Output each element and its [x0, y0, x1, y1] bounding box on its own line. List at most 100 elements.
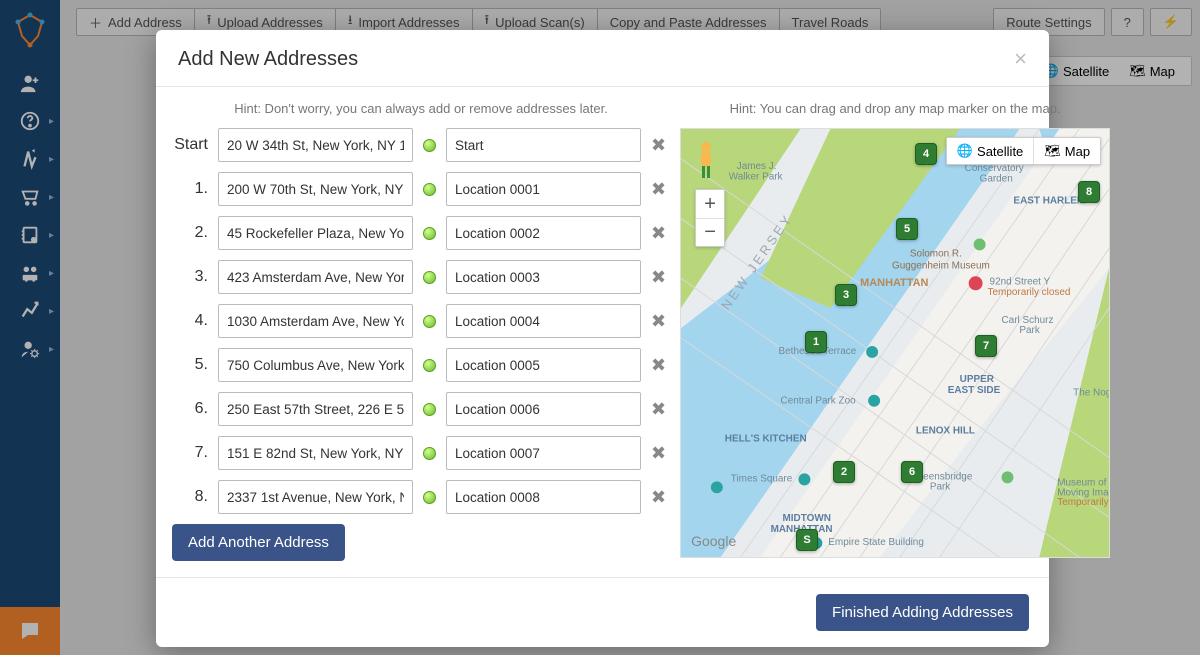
svg-text:92nd Street Y: 92nd Street Y: [990, 276, 1051, 287]
delete-row-icon[interactable]: ✖: [647, 135, 670, 156]
address-input[interactable]: [218, 392, 413, 426]
globe-icon: 🌐: [957, 143, 973, 159]
address-input[interactable]: [218, 304, 413, 338]
address-row: 3. ✖: [172, 260, 670, 294]
map-type-switch: 🌐Satellite 🗺Map: [946, 137, 1101, 165]
map-container[interactable]: James J.Walker Park ConservatoryGarden E…: [680, 128, 1110, 558]
map-column: Hint: You can drag and drop any map mark…: [680, 97, 1110, 561]
address-row: 7. ✖: [172, 436, 670, 470]
row-number: 3.: [172, 268, 212, 286]
svg-text:Walker Park: Walker Park: [729, 172, 783, 183]
address-input[interactable]: [218, 172, 413, 206]
svg-text:EAST SIDE: EAST SIDE: [948, 385, 1001, 396]
row-number: 7.: [172, 444, 212, 462]
google-logo: Google: [691, 533, 736, 549]
zoom-in-button[interactable]: +: [696, 190, 724, 218]
svg-text:Empire State Building: Empire State Building: [828, 537, 924, 548]
delete-row-icon[interactable]: ✖: [647, 311, 670, 332]
map-marker[interactable]: 2: [833, 461, 855, 483]
location-input[interactable]: [446, 436, 641, 470]
svg-text:Solomon R.: Solomon R.: [910, 248, 962, 259]
address-row: 8. ✖: [172, 480, 670, 514]
map-marker[interactable]: 5: [896, 218, 918, 240]
status-dot-icon: [423, 359, 436, 372]
status-dot-icon: [423, 227, 436, 240]
map-map-button[interactable]: 🗺Map: [1033, 138, 1100, 164]
row-number: 8.: [172, 488, 212, 506]
address-list-column: Hint: Don't worry, you can always add or…: [172, 97, 670, 561]
delete-row-icon[interactable]: ✖: [647, 179, 670, 200]
close-icon[interactable]: ×: [1014, 46, 1027, 72]
svg-text:Temporarily closed: Temporarily closed: [988, 287, 1071, 298]
delete-row-icon[interactable]: ✖: [647, 443, 670, 464]
location-input[interactable]: [446, 216, 641, 250]
row-number: 4.: [172, 312, 212, 330]
svg-text:Garden: Garden: [980, 174, 1013, 185]
row-number: 1.: [172, 180, 212, 198]
modal-footer: Finished Adding Addresses: [156, 577, 1049, 647]
address-row: 2. ✖: [172, 216, 670, 250]
svg-text:Guggenheim Museum: Guggenheim Museum: [892, 260, 990, 271]
map-canvas: James J.Walker Park ConservatoryGarden E…: [681, 129, 1109, 557]
delete-row-icon[interactable]: ✖: [647, 399, 670, 420]
map-marker[interactable]: S: [796, 529, 818, 551]
delete-row-icon[interactable]: ✖: [647, 223, 670, 244]
delete-row-icon[interactable]: ✖: [647, 267, 670, 288]
delete-row-icon[interactable]: ✖: [647, 487, 670, 508]
map-marker[interactable]: 4: [915, 143, 937, 165]
address-input[interactable]: [218, 348, 413, 382]
svg-text:Park: Park: [930, 481, 950, 492]
row-number: 5.: [172, 356, 212, 374]
row-number: 2.: [172, 224, 212, 242]
address-row: 5. ✖: [172, 348, 670, 382]
address-input[interactable]: [218, 480, 413, 514]
zoom-out-button[interactable]: −: [696, 218, 724, 246]
add-addresses-modal: Add New Addresses × Hint: Don't worry, y…: [156, 30, 1049, 647]
location-input[interactable]: [446, 348, 641, 382]
map-marker[interactable]: 3: [835, 284, 857, 306]
svg-text:Times Square: Times Square: [731, 473, 793, 484]
delete-row-icon[interactable]: ✖: [647, 355, 670, 376]
map-marker[interactable]: 1: [805, 331, 827, 353]
pegman-icon[interactable]: [695, 141, 717, 186]
address-row: 6. ✖: [172, 392, 670, 426]
svg-text:Temporarily cl: Temporarily cl: [1057, 497, 1109, 508]
address-row: 4. ✖: [172, 304, 670, 338]
map-icon: 🗺: [1044, 143, 1061, 159]
status-dot-icon: [423, 183, 436, 196]
finished-button[interactable]: Finished Adding Addresses: [816, 594, 1029, 631]
svg-text:Central Park Zoo: Central Park Zoo: [781, 396, 857, 407]
location-input[interactable]: [446, 392, 641, 426]
svg-text:HELL'S KITCHEN: HELL'S KITCHEN: [725, 434, 807, 445]
location-input[interactable]: [446, 304, 641, 338]
start-location-input[interactable]: [446, 128, 641, 162]
address-input[interactable]: [218, 260, 413, 294]
svg-text:MIDTOWN: MIDTOWN: [783, 513, 831, 524]
location-input[interactable]: [446, 260, 641, 294]
map-marker[interactable]: 7: [975, 335, 997, 357]
start-address-input[interactable]: [218, 128, 413, 162]
location-input[interactable]: [446, 172, 641, 206]
add-another-address-button[interactable]: Add Another Address: [172, 524, 345, 561]
svg-text:UPPER: UPPER: [960, 374, 994, 385]
svg-text:MANHATTAN: MANHATTAN: [860, 277, 928, 289]
map-satellite-button[interactable]: 🌐Satellite: [947, 138, 1033, 164]
svg-text:Park: Park: [1020, 325, 1040, 336]
address-row-start: Start ✖: [172, 128, 670, 162]
status-dot-icon: [423, 271, 436, 284]
hint-right: Hint: You can drag and drop any map mark…: [680, 101, 1110, 116]
row-label: Start: [172, 136, 212, 154]
svg-text:EAST HARLEM: EAST HARLEM: [1014, 196, 1086, 207]
address-input[interactable]: [218, 436, 413, 470]
address-row: 1. ✖: [172, 172, 670, 206]
map-marker[interactable]: 6: [901, 461, 923, 483]
address-input[interactable]: [218, 216, 413, 250]
map-marker[interactable]: 8: [1078, 181, 1100, 203]
zoom-control: + −: [695, 189, 725, 247]
location-input[interactable]: [446, 480, 641, 514]
svg-text:James J.: James J.: [737, 161, 777, 172]
svg-text:LENOX HILL: LENOX HILL: [916, 426, 975, 437]
row-number: 6.: [172, 400, 212, 418]
status-dot-icon: [423, 447, 436, 460]
modal-header: Add New Addresses ×: [156, 30, 1049, 87]
